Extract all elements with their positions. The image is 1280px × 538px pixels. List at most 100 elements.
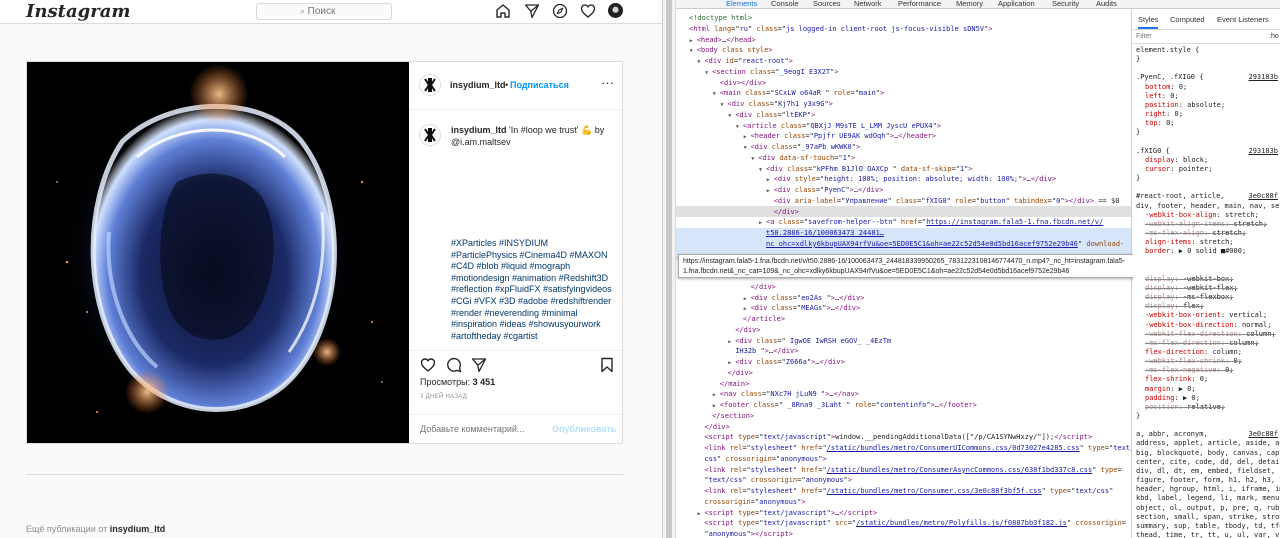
expand-arrow-icon[interactable]: ▶ <box>744 304 751 314</box>
more-posts-username[interactable]: insydium_ltd <box>110 524 166 534</box>
css-property-value[interactable]: block; <box>1183 156 1208 164</box>
css-property-line[interactable]: margin: ▶ 0; <box>1133 385 1280 395</box>
follow-button[interactable]: Подписаться <box>510 80 569 90</box>
share-icon[interactable] <box>471 357 487 373</box>
css-property-name[interactable]: -ms-flex-align <box>1145 229 1204 237</box>
expand-arrow-icon[interactable]: ▶ <box>767 186 774 196</box>
css-property-line[interactable]: flex-shrink: 0; <box>1133 375 1280 385</box>
expand-arrow-icon[interactable]: ▶ <box>744 132 751 142</box>
dom-node-line[interactable]: ▼ <div class="ltEKP"> <box>676 110 1131 121</box>
dom-node-line[interactable]: ▶ <header class="Ppjfr UE9AK wdOqh">…</he… <box>676 131 1131 142</box>
css-property-name[interactable]: -webkit-flex-direction <box>1145 330 1238 338</box>
expand-arrow-icon[interactable]: ▶ <box>713 390 720 400</box>
styles-tab-event-listeners[interactable]: Event Listeners <box>1217 15 1269 24</box>
css-property-line[interactable]: -ms-flex-negative: 0; <box>1133 366 1280 376</box>
styles-tab-styles[interactable]: Styles <box>1138 15 1159 29</box>
dom-node-line[interactable]: ▶ <div class="Z666a">…</div> <box>676 357 1131 368</box>
comment-icon[interactable] <box>446 357 462 373</box>
dom-node-line[interactable]: <div aria-label="Управление" class="fXIG… <box>676 196 1131 207</box>
css-property-value[interactable]: 0; <box>1200 375 1208 383</box>
dom-node-line[interactable]: css" crossorigin="anonymous"> <box>676 454 1131 465</box>
dom-node-line[interactable]: ▼ <div id="react-root"> <box>676 56 1131 67</box>
css-property-value[interactable]: stretch; <box>1225 211 1259 219</box>
collapse-arrow-icon[interactable]: ▼ <box>721 100 728 110</box>
heart-icon[interactable] <box>580 3 596 19</box>
css-property-name[interactable]: bottom <box>1145 83 1170 91</box>
css-property-name[interactable]: right <box>1145 110 1166 118</box>
css-property-name[interactable]: left <box>1145 92 1162 100</box>
post-timestamp[interactable]: 3 ДНЕЙ НАЗАД <box>420 394 467 400</box>
css-property-value[interactable]: column; <box>1212 348 1242 356</box>
css-property-name[interactable]: -webkit-flex-shrink <box>1145 357 1225 365</box>
css-property-value[interactable]: stretch; <box>1200 238 1234 246</box>
css-property-value[interactable]: -ms-flexbox; <box>1183 293 1234 301</box>
dom-node-line[interactable]: </section> <box>676 411 1131 422</box>
devtools-tab-application[interactable]: Application <box>998 0 1035 8</box>
css-property-value[interactable]: pointer; <box>1179 165 1213 173</box>
css-property-name[interactable]: border <box>1145 247 1170 255</box>
collapse-arrow-icon[interactable]: ▼ <box>713 89 720 99</box>
dom-node-line[interactable]: </div> <box>676 207 1131 218</box>
collapse-arrow-icon[interactable]: ▼ <box>759 165 766 175</box>
expand-arrow-icon[interactable]: ▶ <box>713 401 720 411</box>
css-property-line[interactable]: top: 0; <box>1133 119 1280 129</box>
dom-node-line[interactable]: ▶ <footer class=" _8Rna9 _3Laht " role="c… <box>676 400 1131 411</box>
dom-node-line[interactable]: ▶ <div class=" IgwOE IwRSH eGOV_ _4EzTm <box>676 336 1131 347</box>
css-property-value[interactable]: 0; <box>1179 83 1187 91</box>
css-property-value[interactable]: absolute; <box>1187 101 1225 109</box>
direct-icon[interactable] <box>524 3 540 19</box>
dom-node-line[interactable]: ▶ <div class="eo2As ">…</div> <box>676 293 1131 304</box>
search-input[interactable] <box>307 6 348 17</box>
dom-node-line[interactable]: ▼ <div class="Kj7h1 y3x9G"> <box>676 99 1131 110</box>
css-property-name[interactable]: margin <box>1145 385 1170 393</box>
stylesheet-source-link[interactable]: 3e0c88f <box>1248 430 1278 440</box>
dom-node-line[interactable]: "anonymous"></script> <box>676 529 1131 538</box>
dom-node-line[interactable]: </article> <box>676 314 1131 325</box>
dom-node-line[interactable]: ▼ <main class="SCxLW o64aR " role="main"> <box>676 88 1131 99</box>
css-property-value[interactable]: 0; <box>1170 92 1178 100</box>
css-property-line[interactable]: -ms-flex-direction: column; <box>1133 339 1280 349</box>
css-property-value[interactable]: flex; <box>1183 302 1204 310</box>
dom-node-line[interactable]: ▶ <div class="MEAGs">…</div> <box>676 303 1131 314</box>
css-property-name[interactable]: flex-direction <box>1145 348 1204 356</box>
css-property-line[interactable]: display: flex; <box>1133 302 1280 312</box>
css-property-name[interactable]: flex-shrink <box>1145 375 1191 383</box>
css-property-value[interactable]: column; <box>1246 330 1276 338</box>
css-property-name[interactable]: position <box>1145 101 1179 109</box>
dom-node-line[interactable]: </div> <box>676 325 1131 336</box>
devtools-tab-performance[interactable]: Performance <box>898 0 941 8</box>
header-username[interactable]: insydium_ltd <box>450 80 506 90</box>
dom-node-line[interactable]: <link rel="stylesheet" href="/static/bun… <box>676 486 1131 497</box>
more-options-icon[interactable]: ··· <box>601 75 614 90</box>
css-property-name[interactable]: display <box>1145 293 1175 301</box>
styles-tab-computed[interactable]: Computed <box>1170 15 1205 24</box>
expand-arrow-icon[interactable]: ▶ <box>767 175 774 185</box>
instagram-logo[interactable]: Instagram <box>26 1 130 22</box>
css-property-value[interactable]: 0; <box>1166 119 1174 127</box>
css-property-line[interactable]: display: -webkit-box; <box>1133 275 1280 285</box>
devtools-tab-sources[interactable]: Sources <box>813 0 841 8</box>
css-property-value[interactable]: vertical; <box>1229 311 1267 319</box>
css-property-line[interactable]: cursor: pointer; <box>1133 165 1280 175</box>
dom-node-line[interactable]: IH32b ">…</div> <box>676 346 1131 357</box>
css-property-line[interactable]: position: absolute; <box>1133 101 1280 111</box>
dom-node-line[interactable]: ▶ <head>…</head> <box>676 35 1131 46</box>
like-icon[interactable] <box>420 357 436 373</box>
home-icon[interactable] <box>495 3 511 19</box>
css-property-value[interactable]: column; <box>1229 339 1259 347</box>
css-property-line[interactable]: -webkit-box-direction: normal; <box>1133 321 1280 331</box>
css-property-name[interactable]: cursor <box>1145 165 1170 173</box>
stylesheet-source-link[interactable]: 3e0c88f <box>1248 192 1278 202</box>
css-property-line[interactable]: align-items: stretch; <box>1133 238 1280 248</box>
css-property-value[interactable]: 0; <box>1234 357 1242 365</box>
dom-node-line[interactable]: ▼ <div class="_97aPb wKWK0"> <box>676 142 1131 153</box>
css-property-name[interactable]: -ms-flex-negative <box>1145 366 1217 374</box>
css-property-line[interactable]: bottom: 0; <box>1133 83 1280 93</box>
devtools-tab-elements[interactable]: Elements <box>726 0 757 8</box>
publish-button[interactable]: Опубликовать <box>552 424 616 434</box>
dom-node-line[interactable]: ▶ <a class="savefrom-helper--btn" href="h… <box>676 217 1131 228</box>
css-property-line[interactable]: -webkit-flex-shrink: 0; <box>1133 357 1280 367</box>
stylesheet-source-link[interactable]: 293183b <box>1248 73 1278 83</box>
dom-node-line[interactable]: </main> <box>676 379 1131 390</box>
css-property-name[interactable]: display <box>1145 284 1175 292</box>
